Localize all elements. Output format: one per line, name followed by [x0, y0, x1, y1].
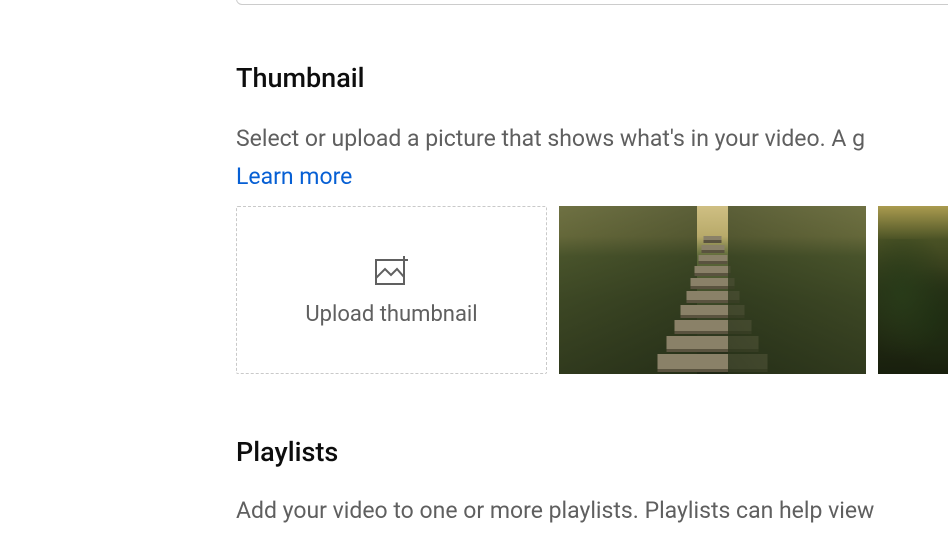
title-input-box[interactable]	[236, 0, 948, 5]
upload-thumbnail-label: Upload thumbnail	[305, 302, 477, 327]
thumbnail-option-2[interactable]	[878, 206, 948, 374]
thumbnail-description: Select or upload a picture that shows wh…	[236, 122, 948, 157]
upload-thumbnail-box[interactable]: Upload thumbnail	[236, 206, 547, 374]
thumbnail-row: Upload thumbnail	[236, 206, 948, 374]
thumbnail-section-title: Thumbnail	[236, 62, 948, 94]
playlists-description: Add your video to one or more playlists.…	[236, 494, 948, 529]
stairs-graphic	[559, 236, 866, 374]
playlists-section-title: Playlists	[236, 436, 948, 468]
add-image-icon	[374, 252, 410, 288]
learn-more-link[interactable]: Learn more	[236, 163, 352, 190]
thumbnail-option-1[interactable]	[559, 206, 866, 374]
